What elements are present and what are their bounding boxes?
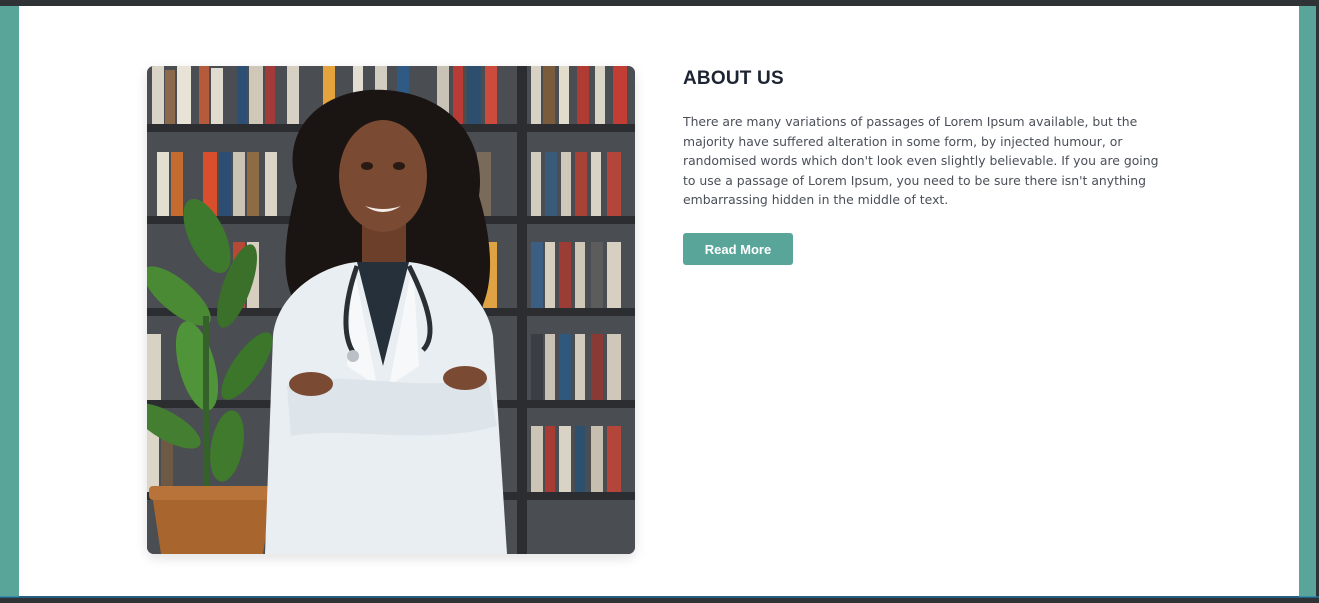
read-more-button[interactable]: Read More [683, 232, 793, 265]
doctor-photo [147, 66, 635, 554]
about-section: ABOUT US There are many variations of pa… [19, 6, 1299, 596]
right-accent-bar [1299, 6, 1316, 597]
left-accent-bar [0, 6, 19, 597]
bottom-border [0, 596, 1319, 598]
about-description: There are many variations of passages of… [683, 114, 1159, 207]
about-content: ABOUT US There are many variations of pa… [683, 66, 1173, 265]
about-title: ABOUT US [683, 68, 784, 89]
window-frame: ABOUT US There are many variations of pa… [0, 0, 1319, 603]
